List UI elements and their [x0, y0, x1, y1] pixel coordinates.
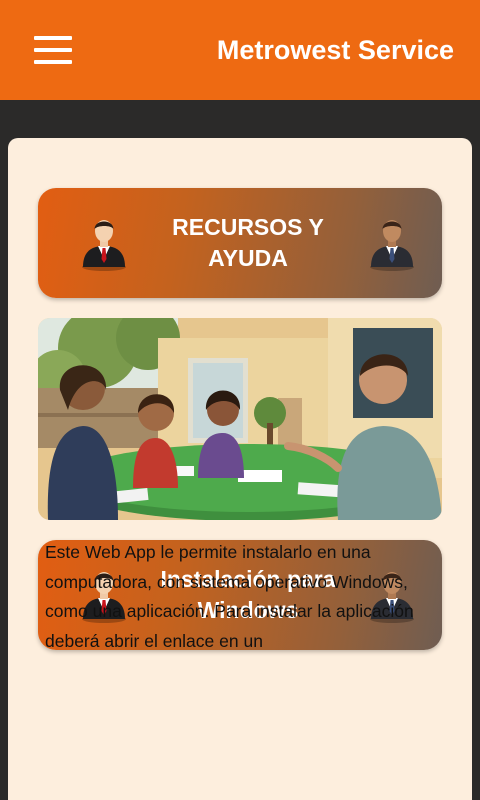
app-bar: Metrowest Service: [0, 0, 480, 100]
content-card: RECURSOS Y AYUDA Instalación para Window…: [8, 138, 472, 800]
businessman-blue-tie-icon: [370, 220, 414, 271]
resources-banner-button[interactable]: RECURSOS Y AYUDA: [38, 188, 442, 298]
family-meeting-illustration: [38, 318, 442, 520]
resources-banner-label: RECURSOS Y AYUDA: [172, 214, 324, 271]
businessman-red-tie-icon: [82, 220, 126, 271]
install-description-text: Este Web App le permite instalarlo en un…: [45, 542, 414, 651]
app-title: Metrowest Service: [216, 34, 454, 65]
hamburger-menu-icon[interactable]: [34, 36, 72, 64]
